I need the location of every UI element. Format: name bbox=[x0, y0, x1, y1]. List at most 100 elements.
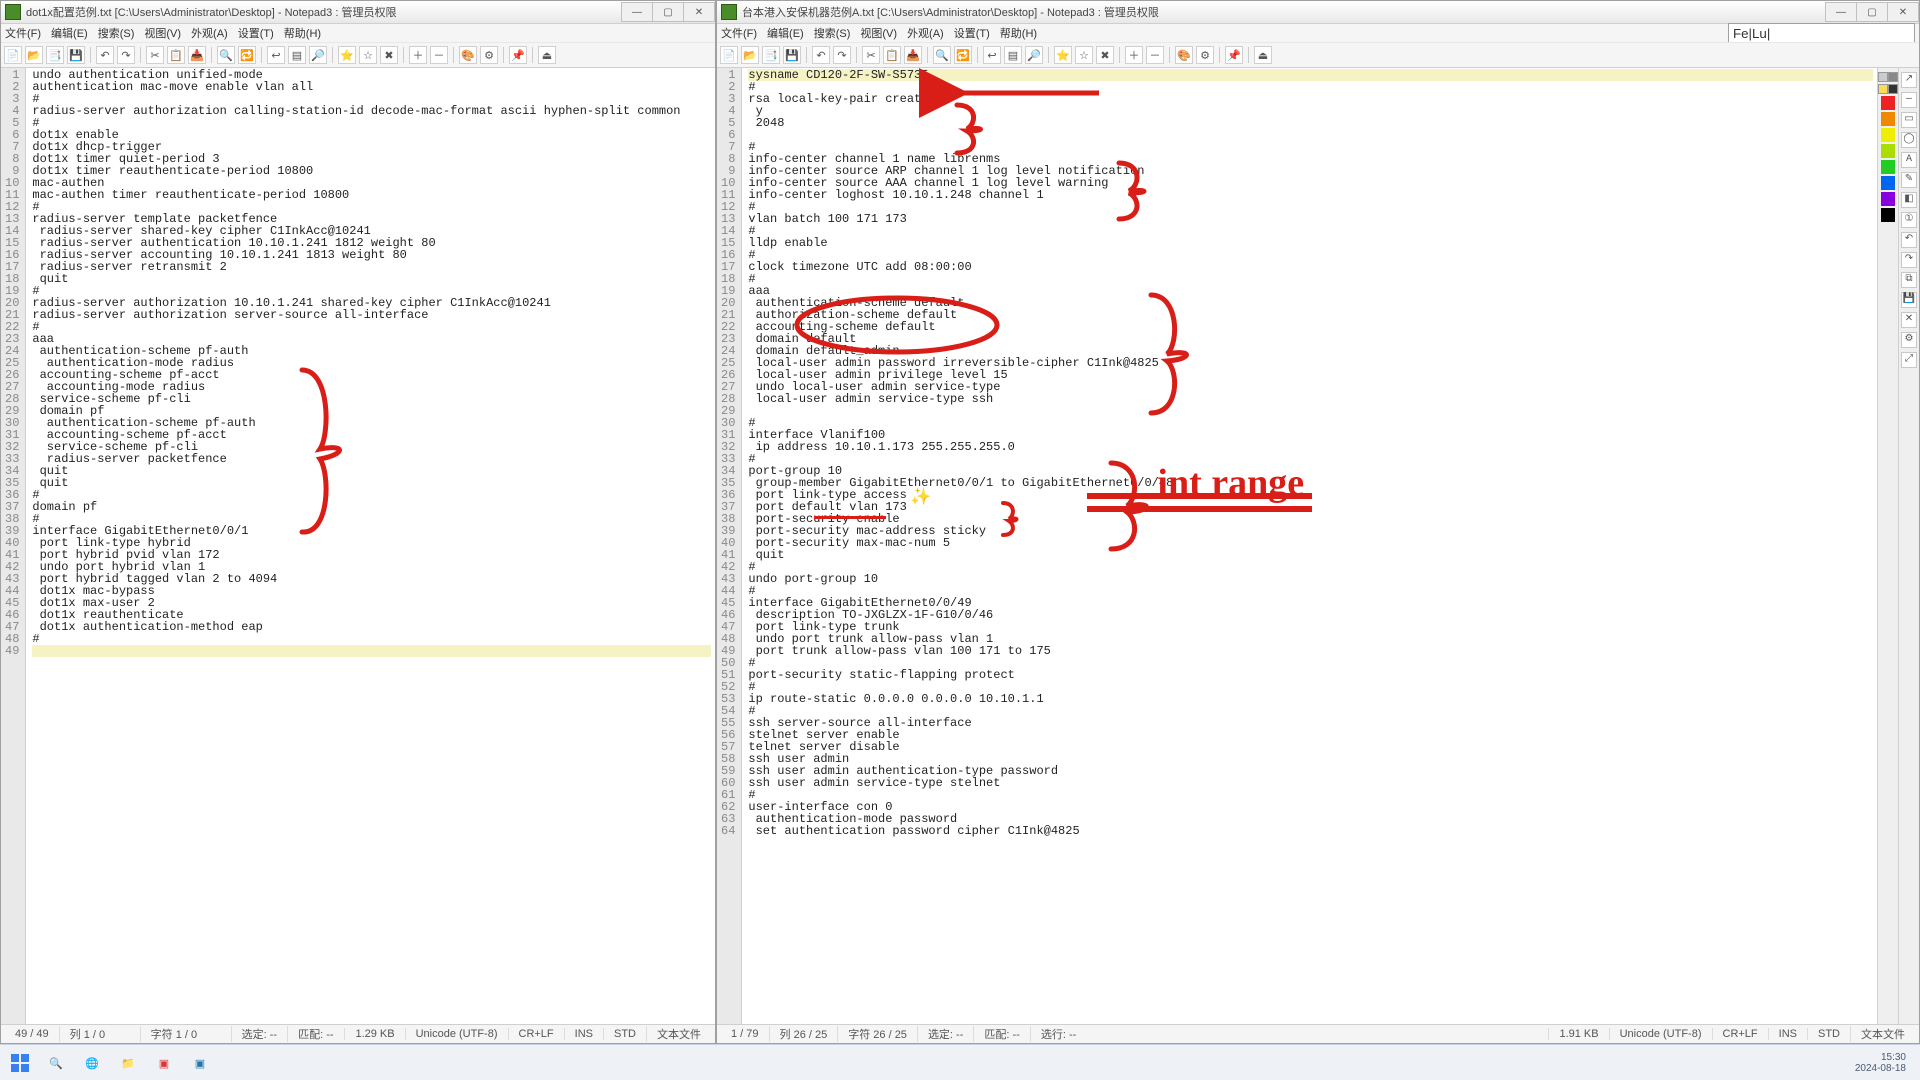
minimize-button[interactable]: — bbox=[621, 2, 653, 22]
tool-copy-icon[interactable]: ⧉ bbox=[1901, 272, 1917, 288]
close-button[interactable]: ✕ bbox=[1887, 2, 1919, 22]
config-icon[interactable]: ⚙ bbox=[480, 46, 498, 64]
menu-appearance[interactable]: 外观(A) bbox=[191, 25, 228, 41]
editor-right[interactable]: 1234567891011121314151617181920212223242… bbox=[717, 68, 1919, 1024]
wordwrap-icon[interactable]: ↩ bbox=[267, 46, 285, 64]
tool-number-icon[interactable]: ① bbox=[1901, 212, 1917, 228]
star-icon[interactable]: ☆ bbox=[359, 46, 377, 64]
save-icon[interactable]: 💾 bbox=[67, 46, 85, 64]
open-file-icon[interactable]: 📂 bbox=[25, 46, 43, 64]
tool-redo-icon[interactable]: ↷ bbox=[1901, 252, 1917, 268]
close-button[interactable]: ✕ bbox=[683, 2, 715, 22]
menu-search[interactable]: 搜索(S) bbox=[814, 25, 851, 41]
scheme-icon[interactable]: 🎨 bbox=[1175, 46, 1193, 64]
zoom-icon[interactable]: 🔎 bbox=[309, 46, 327, 64]
minimize-button[interactable]: — bbox=[1825, 2, 1857, 22]
zoom-icon[interactable]: 🔎 bbox=[1025, 46, 1043, 64]
star-icon[interactable]: ☆ bbox=[1075, 46, 1093, 64]
paste-icon[interactable]: 📥 bbox=[904, 46, 922, 64]
tool-line-icon[interactable]: ― bbox=[1901, 92, 1917, 108]
redo-icon[interactable]: ↷ bbox=[117, 46, 135, 64]
undo-icon[interactable]: ↶ bbox=[96, 46, 114, 64]
zoom-in-icon[interactable]: ＋ bbox=[409, 46, 427, 64]
code-area[interactable]: undo authentication unified-modeauthenti… bbox=[26, 68, 715, 1024]
taskbar-edge-icon[interactable]: 🌐 bbox=[78, 1049, 106, 1077]
status-enc: Unicode (UTF-8) bbox=[405, 1028, 508, 1040]
exit-icon[interactable]: ⏏ bbox=[1254, 46, 1272, 64]
tool-arrow-icon[interactable]: ↗ bbox=[1901, 72, 1917, 88]
status-match: 匹配: -- bbox=[973, 1026, 1029, 1042]
tool-close-icon[interactable]: ✕ bbox=[1901, 312, 1917, 328]
clear-mark-icon[interactable]: ✖ bbox=[380, 46, 398, 64]
menu-help[interactable]: 帮助(H) bbox=[1000, 25, 1037, 41]
zoom-out-icon[interactable]: － bbox=[430, 46, 448, 64]
maximize-button[interactable]: ▢ bbox=[1856, 2, 1888, 22]
menu-appearance[interactable]: 外观(A) bbox=[907, 25, 944, 41]
status-enc: Unicode (UTF-8) bbox=[1609, 1028, 1712, 1040]
tool-circle-icon[interactable]: ◯ bbox=[1901, 132, 1917, 148]
code-area[interactable]: sysname CD120-2F-SW-S5735#rsa local-key-… bbox=[742, 68, 1877, 1024]
editor-left[interactable]: 1234567891011121314151617181920212223242… bbox=[1, 68, 715, 1024]
menu-help[interactable]: 帮助(H) bbox=[284, 25, 321, 41]
new-file-icon[interactable]: 📄 bbox=[4, 46, 22, 64]
new-file-icon[interactable]: 📄 bbox=[720, 46, 738, 64]
find-icon[interactable]: 🔍 bbox=[217, 46, 235, 64]
tool-settings-icon[interactable]: ⚙ bbox=[1901, 332, 1917, 348]
replace-icon[interactable]: 🔁 bbox=[238, 46, 256, 64]
toolbar-right: 📄 📂 📑 💾 ↶ ↷ ✂ 📋 📥 🔍 🔁 ↩ ▤ 🔎 ⭐ ☆ ✖ ＋ － bbox=[717, 42, 1919, 68]
open-file-icon[interactable]: 📂 bbox=[741, 46, 759, 64]
menu-file[interactable]: 文件(F) bbox=[721, 25, 757, 41]
tool-undo-icon[interactable]: ↶ bbox=[1901, 232, 1917, 248]
menu-view[interactable]: 视图(V) bbox=[860, 25, 897, 41]
clock-time: 15:30 bbox=[1855, 1052, 1906, 1063]
maximize-button[interactable]: ▢ bbox=[652, 2, 684, 22]
tool-text-icon[interactable]: A bbox=[1901, 152, 1917, 168]
menu-settings[interactable]: 设置(T) bbox=[954, 25, 990, 41]
menu-view[interactable]: 视图(V) bbox=[144, 25, 181, 41]
undo-icon[interactable]: ↶ bbox=[812, 46, 830, 64]
start-button[interactable] bbox=[6, 1049, 34, 1077]
wordwrap-icon[interactable]: ↩ bbox=[983, 46, 1001, 64]
menu-settings[interactable]: 设置(T) bbox=[238, 25, 274, 41]
tool-highlight-icon[interactable]: ◧ bbox=[1901, 192, 1917, 208]
search-input[interactable] bbox=[1728, 23, 1915, 44]
copy-icon[interactable]: 📋 bbox=[883, 46, 901, 64]
status-size: 1.91 KB bbox=[1548, 1028, 1608, 1040]
menu-file[interactable]: 文件(F) bbox=[5, 25, 41, 41]
browse-icon[interactable]: 📑 bbox=[762, 46, 780, 64]
taskbar-clock[interactable]: 15:30 2024-08-18 bbox=[1855, 1052, 1914, 1074]
zoom-in-icon[interactable]: ＋ bbox=[1125, 46, 1143, 64]
menu-edit[interactable]: 编辑(E) bbox=[767, 25, 804, 41]
zoom-out-icon[interactable]: － bbox=[1146, 46, 1164, 64]
guides-icon[interactable]: ▤ bbox=[288, 46, 306, 64]
config-icon[interactable]: ⚙ bbox=[1196, 46, 1214, 64]
tool-pen-icon[interactable]: ✎ bbox=[1901, 172, 1917, 188]
line-gutter: 1234567891011121314151617181920212223242… bbox=[717, 68, 742, 1024]
browse-icon[interactable]: 📑 bbox=[46, 46, 64, 64]
taskbar-explorer-icon[interactable]: 📁 bbox=[114, 1049, 142, 1077]
paste-icon[interactable]: 📥 bbox=[188, 46, 206, 64]
taskbar-app1-icon[interactable]: ▣ bbox=[150, 1049, 178, 1077]
redo-icon[interactable]: ↷ bbox=[833, 46, 851, 64]
find-icon[interactable]: 🔍 bbox=[933, 46, 951, 64]
menu-edit[interactable]: 编辑(E) bbox=[51, 25, 88, 41]
tool-rect-icon[interactable]: ▭ bbox=[1901, 112, 1917, 128]
taskbar-search-icon[interactable]: 🔍 bbox=[42, 1049, 70, 1077]
save-icon[interactable]: 💾 bbox=[783, 46, 801, 64]
replace-icon[interactable]: 🔁 bbox=[954, 46, 972, 64]
pin-icon[interactable]: 📌 bbox=[1225, 46, 1243, 64]
taskbar-app2-icon[interactable]: ▣ bbox=[186, 1049, 214, 1077]
tool-save-icon[interactable]: 💾 bbox=[1901, 292, 1917, 308]
menu-search[interactable]: 搜索(S) bbox=[98, 25, 135, 41]
bookmark-icon[interactable]: ⭐ bbox=[1054, 46, 1072, 64]
cut-icon[interactable]: ✂ bbox=[146, 46, 164, 64]
scheme-icon[interactable]: 🎨 bbox=[459, 46, 477, 64]
guides-icon[interactable]: ▤ bbox=[1004, 46, 1022, 64]
exit-icon[interactable]: ⏏ bbox=[538, 46, 556, 64]
clear-mark-icon[interactable]: ✖ bbox=[1096, 46, 1114, 64]
cut-icon[interactable]: ✂ bbox=[862, 46, 880, 64]
bookmark-icon[interactable]: ⭐ bbox=[338, 46, 356, 64]
copy-icon[interactable]: 📋 bbox=[167, 46, 185, 64]
tool-expand-icon[interactable]: ⤢ bbox=[1901, 352, 1917, 368]
pin-icon[interactable]: 📌 bbox=[509, 46, 527, 64]
